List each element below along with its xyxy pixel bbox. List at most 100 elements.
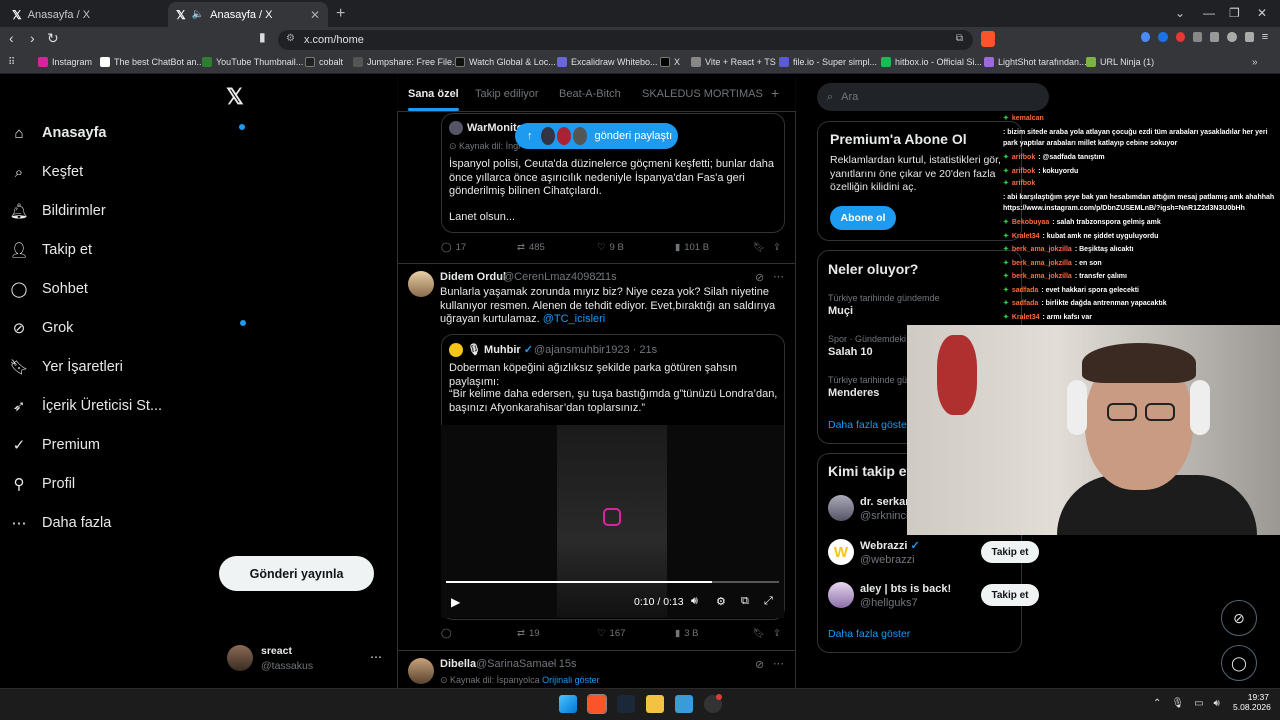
- trend-name[interactable]: Menderes: [828, 387, 879, 399]
- avatar[interactable]: [408, 271, 434, 297]
- who-show-more[interactable]: Daha fazla göster: [828, 628, 910, 640]
- vpn-icon[interactable]: [1244, 32, 1254, 42]
- add-tab-icon[interactable]: +: [771, 85, 779, 101]
- chevron-up-icon[interactable]: ⌃: [1153, 698, 1161, 709]
- bookmark-item[interactable]: hitbox.io - Official Si...: [881, 57, 982, 67]
- bookmark-item[interactable]: cobalt: [305, 57, 343, 67]
- pip-icon[interactable]: ⧉: [741, 595, 749, 608]
- folder-icon[interactable]: [646, 695, 664, 713]
- more-icon[interactable]: ⋯: [773, 270, 784, 283]
- nav-explore[interactable]: ⌕ Keşfet: [10, 163, 83, 181]
- search-input[interactable]: ⌕ Ara: [817, 83, 1049, 111]
- play-icon[interactable]: ▶: [451, 595, 460, 609]
- reply-button[interactable]: ◯ 17: [441, 242, 466, 253]
- tab-for-you[interactable]: Sana özel: [408, 88, 459, 111]
- back-icon[interactable]: ‹: [9, 30, 14, 46]
- like-button[interactable]: ♡ 9 B: [597, 242, 624, 253]
- puzzle-icon[interactable]: [1192, 32, 1202, 42]
- tab-list[interactable]: Beat-A-Bitch: [559, 88, 621, 100]
- url-bar[interactable]: ⚙ x.com/home ⧉: [278, 30, 973, 50]
- video-player[interactable]: ▶ 0:10 / 0:13 🔊︎ ⚙ ⧉ ⤢: [441, 425, 784, 618]
- avatar[interactable]: [828, 495, 854, 521]
- photos-icon[interactable]: [675, 695, 693, 713]
- post-button[interactable]: Gönderi yayınla: [219, 556, 374, 591]
- bookmark-item[interactable]: Watch Global & Loc...: [455, 57, 556, 67]
- nav-bookmarks[interactable]: 🔖︎ Yer İşaretleri: [9, 358, 122, 376]
- tab-search-icon[interactable]: ⌄: [1175, 6, 1185, 20]
- mention-link[interactable]: @TC_icisleri: [543, 313, 606, 325]
- account-menu-icon[interactable]: ⋯: [370, 650, 382, 664]
- grok-icon[interactable]: ⊘: [755, 271, 764, 284]
- trend-name[interactable]: Muçi: [828, 305, 853, 317]
- music-icon[interactable]: [1227, 32, 1237, 42]
- close-window-button[interactable]: ✕: [1257, 6, 1267, 20]
- trends-show-more[interactable]: Daha fazla göster: [828, 419, 910, 431]
- tab-list[interactable]: SKALEDUS MORTIMAS: [642, 88, 763, 100]
- messages-fab[interactable]: ◯: [1221, 645, 1257, 681]
- nav-profile[interactable]: ⚲ Profil: [10, 475, 76, 493]
- bookmark-item[interactable]: Vite + React + TS: [691, 57, 776, 67]
- volume-icon[interactable]: 🔊︎: [1214, 698, 1220, 709]
- site-settings-icon[interactable]: ⚙: [286, 33, 295, 44]
- mic-icon[interactable]: 🎙︎: [1171, 698, 1184, 709]
- bookmark-item[interactable]: The best ChatBot an...: [100, 57, 204, 67]
- post-author-name[interactable]: Dibella: [440, 658, 476, 672]
- repost-button[interactable]: ⇄ 19: [517, 628, 540, 639]
- forward-icon[interactable]: ›: [30, 30, 35, 46]
- reload-icon[interactable]: ↻: [47, 30, 59, 47]
- bookmark-item[interactable]: file.io - Super simpl...: [779, 57, 877, 67]
- share-icon[interactable]: ⇪: [773, 628, 781, 639]
- settings-icon[interactable]: ⚙: [716, 595, 726, 608]
- bookmark-icon[interactable]: 🔖︎: [753, 628, 765, 639]
- browser-tab-active[interactable]: 𝕏 🔈 Anasayfa / X ✕: [168, 2, 328, 27]
- brave-shield-icon[interactable]: [981, 31, 995, 47]
- nav-follow[interactable]: 👤︎ Takip et: [9, 241, 92, 259]
- more-bookmarks-icon[interactable]: »: [1252, 57, 1258, 68]
- volume-icon[interactable]: 🔊︎: [691, 595, 698, 608]
- bookmark-page-icon[interactable]: ▮: [259, 30, 266, 44]
- suggest-name[interactable]: Webrazzi ✓: [860, 540, 920, 554]
- nav-chat[interactable]: ◯ Sohbet: [10, 280, 88, 298]
- nav-more[interactable]: ⋯ Daha fazla: [10, 514, 112, 532]
- close-tab-icon[interactable]: ✕: [310, 8, 320, 22]
- post-author-name[interactable]: Didem Ordul: [440, 271, 506, 285]
- brave-icon[interactable]: [587, 694, 607, 714]
- new-posts-pill[interactable]: ↑ gönderi paylaştı: [515, 123, 678, 149]
- menu-icon[interactable]: ≡: [1262, 32, 1271, 43]
- bookmark-item[interactable]: LightShot tarafından...: [984, 57, 1087, 67]
- bookmark-item[interactable]: YouTube Thumbnail...: [202, 57, 303, 67]
- steam-icon[interactable]: [617, 695, 635, 713]
- reply-button[interactable]: ◯: [441, 628, 456, 639]
- nav-premium[interactable]: ✓ Premium: [10, 436, 100, 454]
- start-icon[interactable]: [559, 695, 577, 713]
- share-icon[interactable]: ⧉: [956, 33, 963, 44]
- views-button[interactable]: ▮ 3 B: [675, 628, 699, 639]
- show-original-link[interactable]: Orijinali göster: [542, 675, 600, 685]
- nav-grok[interactable]: ⊘ Grok: [10, 319, 74, 337]
- share-icon[interactable]: ⇪: [773, 242, 781, 253]
- post-author-handle[interactable]: @SarinaSamael: [476, 658, 556, 672]
- extension-icon[interactable]: [1175, 32, 1185, 42]
- minimize-button[interactable]: —: [1203, 6, 1215, 20]
- repost-button[interactable]: ⇄ 485: [517, 242, 545, 253]
- bookmark-item[interactable]: URL Ninja (1): [1086, 57, 1154, 67]
- extension-icon[interactable]: [1158, 32, 1168, 42]
- monitor-icon[interactable]: ▭: [1194, 698, 1203, 709]
- follow-button[interactable]: Takip et: [981, 541, 1039, 563]
- x-logo-icon[interactable]: 𝕏: [226, 84, 244, 110]
- nav-home[interactable]: ⌂ Anasayfa: [10, 124, 106, 142]
- bookmark-icon[interactable]: 🔖︎: [753, 242, 765, 253]
- avatar[interactable]: [408, 658, 434, 684]
- nav-notifications[interactable]: 🔔︎ Bildirimler: [9, 202, 105, 220]
- maximize-button[interactable]: ❐: [1229, 6, 1240, 20]
- webrazzi-logo-icon[interactable]: W: [828, 539, 854, 565]
- views-button[interactable]: ▮ 101 B: [675, 242, 709, 253]
- bookmark-item[interactable]: Excalidraw Whitebo...: [557, 57, 658, 67]
- avatar[interactable]: [227, 645, 253, 671]
- bookmark-item[interactable]: Jumpshare: Free File...: [353, 57, 460, 67]
- like-button[interactable]: ♡ 167: [597, 628, 625, 639]
- suggest-name[interactable]: aley | bts is back!: [860, 583, 951, 597]
- post-author-handle[interactable]: @CerenLmaz40982: [503, 271, 602, 285]
- more-icon[interactable]: ⋯: [773, 657, 784, 670]
- trend-name[interactable]: Salah 10: [828, 346, 873, 358]
